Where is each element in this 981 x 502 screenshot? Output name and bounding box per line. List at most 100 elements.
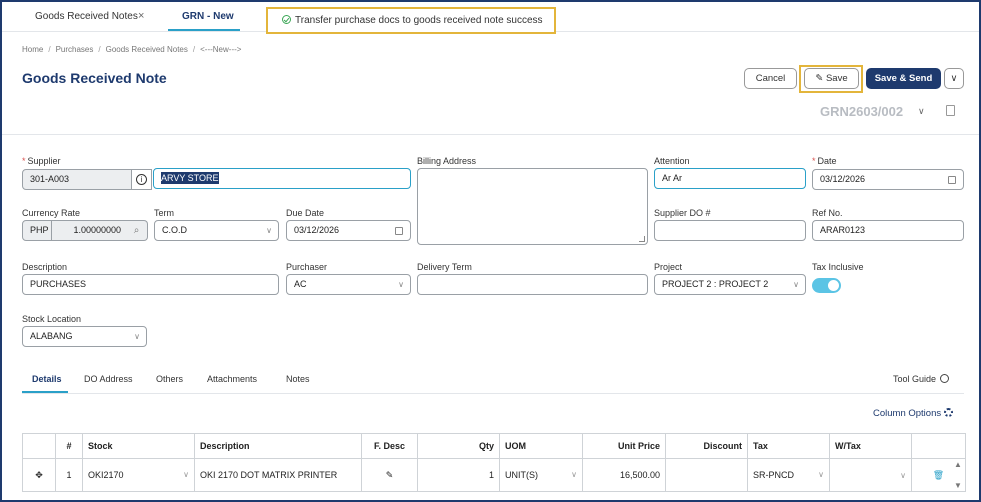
tab-grn-new[interactable]: GRN - New — [182, 11, 234, 22]
info-icon — [940, 374, 950, 383]
stock-cell[interactable]: OKI2170 ∨ — [82, 458, 195, 492]
delivery-term-label: Delivery Term — [417, 262, 472, 272]
subtab-divider — [22, 393, 964, 394]
project-value: PROJECT 2 : PROJECT 2 — [662, 279, 769, 289]
chevron-down-icon: ∨ — [793, 280, 799, 289]
ref-no-field[interactable]: ARAR0123 — [812, 220, 964, 241]
close-icon[interactable]: × — [138, 10, 144, 22]
uom-cell[interactable]: UNIT(S) ∨ — [499, 458, 583, 492]
tax-inclusive-toggle[interactable] — [812, 278, 841, 293]
required-mark: * — [22, 156, 26, 166]
search-icon[interactable]: ⌕ — [126, 220, 148, 241]
supplier-info-button[interactable]: i — [132, 169, 152, 190]
supplier-name-field[interactable]: ARVY STORE — [153, 168, 411, 189]
column-header-fdesc: F. Desc — [361, 433, 418, 459]
supplier-do-field[interactable] — [654, 220, 806, 241]
supplier-name-selected: ARVY STORE — [161, 172, 219, 184]
term-value: C.O.D — [162, 225, 188, 235]
drag-handle-icon[interactable]: ✥ — [22, 458, 56, 492]
breadcrumb-home[interactable]: Home — [22, 45, 43, 54]
success-toast: Transfer purchase docs to goods received… — [266, 7, 556, 34]
tab-do-address[interactable]: DO Address — [84, 374, 133, 384]
table-header-row: # Stock Description F. Desc Qty UOM Unit… — [22, 433, 966, 459]
active-tab-indicator — [168, 29, 240, 31]
description-cell[interactable]: OKI 2170 DOT MATRIX PRINTER — [194, 458, 362, 492]
purchaser-value: AC — [294, 279, 307, 289]
date-value: 03/12/2026 — [820, 174, 866, 184]
line-items-table: # Stock Description F. Desc Qty UOM Unit… — [22, 433, 966, 492]
header-divider — [2, 134, 979, 135]
document-icon[interactable] — [946, 105, 955, 116]
stock-value: OKI2170 — [88, 470, 124, 480]
supplier-code-field[interactable]: 301-A003 — [22, 169, 132, 190]
breadcrumb-separator: / — [98, 45, 101, 54]
chevron-down-icon: ∨ — [266, 226, 272, 235]
term-label: Term — [154, 208, 174, 218]
calendar-icon[interactable] — [948, 176, 956, 184]
tax-cell[interactable]: SR-PNCD ∨ — [747, 458, 830, 492]
calendar-icon[interactable] — [395, 227, 403, 235]
more-actions-dropdown[interactable]: ∨ — [944, 68, 964, 89]
description-label: Description — [22, 262, 68, 272]
save-and-send-button[interactable]: Save & Send — [866, 68, 941, 89]
attention-field[interactable]: Ar Ar — [654, 168, 806, 189]
chevron-down-icon: ∨ — [818, 470, 824, 479]
due-date-label: Due Date — [286, 208, 325, 218]
stock-location-select[interactable]: ALABANG ∨ — [22, 326, 147, 347]
breadcrumb-separator: / — [48, 45, 51, 54]
breadcrumb-purchases[interactable]: Purchases — [56, 45, 94, 54]
purchaser-select[interactable]: AC ∨ — [286, 274, 411, 295]
column-header-description: Description — [194, 433, 362, 459]
wtax-cell[interactable]: ∨ — [829, 458, 912, 492]
chevron-down-icon: ∨ — [571, 470, 577, 479]
column-header-qty: Qty — [417, 433, 500, 459]
date-field[interactable]: 03/12/2026 — [812, 169, 964, 190]
breadcrumb-goods-received-notes[interactable]: Goods Received Notes — [106, 45, 188, 54]
tab-goods-received-notes[interactable]: Goods Received Notes — [35, 11, 138, 22]
delivery-term-field[interactable] — [417, 274, 648, 295]
pencil-icon: ✎ — [815, 73, 826, 84]
currency-rate-field[interactable]: 1.00000000 — [51, 220, 127, 241]
uom-value: UNIT(S) — [505, 470, 538, 480]
edit-description-icon[interactable]: ✎ — [361, 458, 418, 492]
scroll-down-arrow[interactable]: ▼ — [954, 481, 962, 490]
tool-guide-button[interactable]: Tool Guide — [893, 374, 950, 384]
date-label-text: Date — [817, 156, 837, 166]
breadcrumb-current: <---New---> — [200, 45, 242, 54]
column-options-button[interactable]: Column Options — [873, 408, 954, 419]
column-header-actions — [911, 433, 966, 459]
project-label: Project — [654, 262, 683, 272]
unit-price-cell[interactable]: 16,500.00 — [582, 458, 666, 492]
description-field[interactable]: PURCHASES — [22, 274, 279, 295]
breadcrumb-separator: / — [192, 45, 196, 54]
date-label: * Date — [812, 156, 837, 166]
scroll-up-arrow[interactable]: ▲ — [954, 460, 962, 469]
cancel-button[interactable]: Cancel — [744, 68, 797, 89]
chevron-down-icon[interactable]: ∨ — [918, 106, 925, 117]
discount-cell[interactable] — [665, 458, 748, 492]
column-options-label: Column Options — [873, 408, 942, 419]
resize-grip-icon[interactable] — [639, 236, 645, 242]
column-header-uom: UOM — [499, 433, 583, 459]
project-select[interactable]: PROJECT 2 : PROJECT 2 ∨ — [654, 274, 806, 295]
tab-details[interactable]: Details — [32, 374, 62, 384]
billing-address-textarea[interactable] — [417, 168, 648, 245]
supplier-do-label: Supplier DO # — [654, 208, 711, 218]
column-header-wtax: W/Tax — [829, 433, 912, 459]
qty-cell[interactable]: 1 — [417, 458, 500, 492]
purchaser-label: Purchaser — [286, 262, 328, 272]
tab-notes[interactable]: Notes — [286, 374, 310, 384]
page-title: Goods Received Note — [22, 70, 167, 86]
term-select[interactable]: C.O.D ∨ — [154, 220, 279, 241]
stock-location-label: Stock Location — [22, 314, 82, 324]
tab-others[interactable]: Others — [156, 374, 183, 384]
due-date-field[interactable]: 03/12/2026 — [286, 220, 411, 241]
save-button[interactable]: ✎ Save — [804, 68, 859, 89]
tab-attachments[interactable]: Attachments — [207, 374, 257, 384]
tax-value: SR-PNCD — [753, 470, 795, 480]
supplier-label-text: Supplier — [27, 156, 61, 166]
row-number: 1 — [55, 458, 83, 492]
breadcrumb: Home / Purchases / Goods Received Notes / <---… — [22, 45, 241, 54]
column-header-number: # — [55, 433, 83, 459]
chevron-down-icon: ∨ — [183, 470, 189, 479]
